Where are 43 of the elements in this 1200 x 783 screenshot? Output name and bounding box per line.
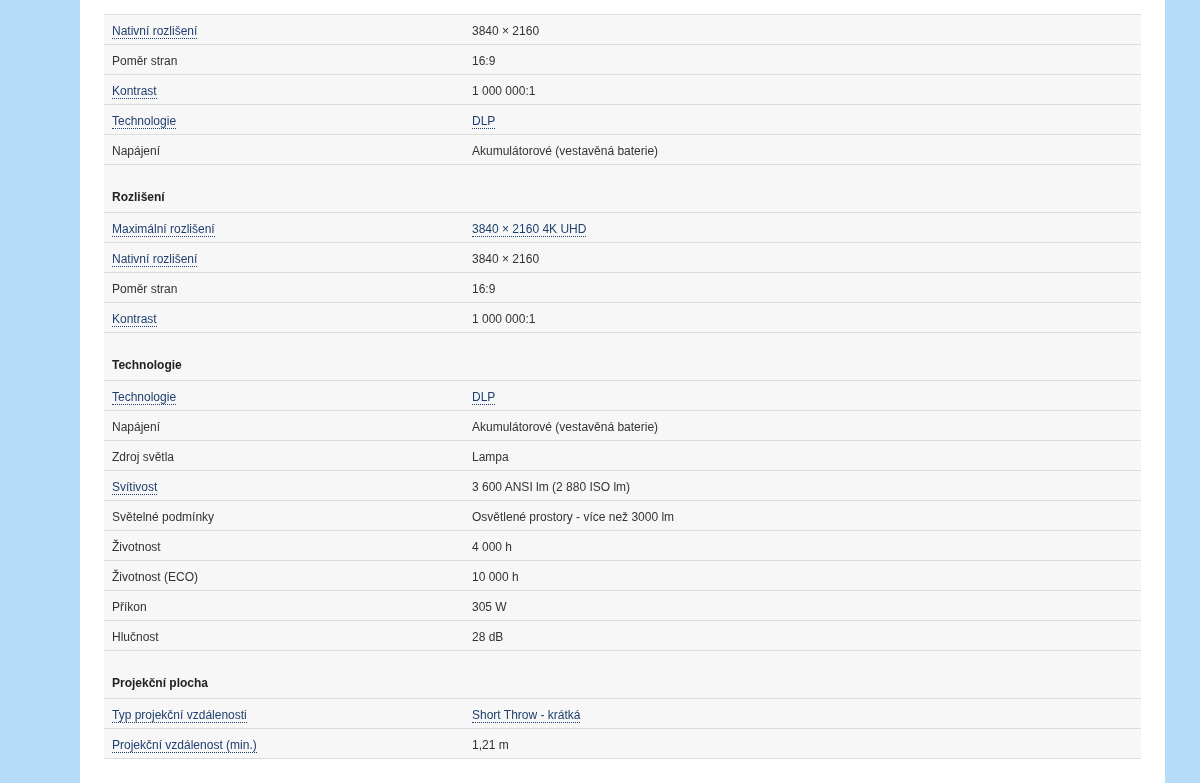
spec-text: 1,21 m: [472, 737, 509, 752]
spec-link[interactable]: DLP: [472, 389, 496, 405]
spec-link[interactable]: Kontrast: [112, 83, 157, 99]
spec-text: Lampa: [472, 449, 509, 464]
spec-text: 16:9: [472, 53, 496, 68]
spec-link[interactable]: Typ projekční vzdálenosti: [112, 707, 247, 723]
spec-text: 3840 × 2160: [472, 23, 540, 38]
section-heading: Projekční plocha: [112, 675, 209, 692]
spec-text: 305 W: [472, 599, 507, 614]
spec-text: Světelné podmínky: [112, 509, 215, 524]
spec-link[interactable]: Technologie: [112, 389, 177, 405]
spec-link[interactable]: Short Throw - krátká: [472, 707, 581, 723]
spec-text: Hlučnost: [112, 629, 159, 644]
spec-text: Napájení: [112, 143, 161, 158]
spec-text: 1 000 000:1: [472, 83, 536, 98]
spec-text: Osvětlené prostory - více než 3000 lm: [472, 509, 675, 524]
spec-text: Poměr stran: [112, 281, 178, 296]
spec-text: Poměr stran: [112, 53, 178, 68]
spec-link[interactable]: Maximální rozlišení: [112, 221, 215, 237]
spec-link[interactable]: Projekční vzdálenost (min.): [112, 737, 257, 753]
spec-text: 10 000 h: [472, 569, 519, 584]
spec-text: Zdroj světla: [112, 449, 175, 464]
spec-text: 3840 × 2160: [472, 251, 540, 266]
spec-text: 3 600 ANSI lm (2 880 ISO lm): [472, 479, 631, 494]
spec-text: Životnost: [112, 539, 161, 554]
spec-text: Životnost (ECO): [112, 569, 198, 584]
section-heading: Rozlišení: [112, 189, 165, 206]
spec-text: 16:9: [472, 281, 496, 296]
spec-text: 1 000 000:1: [472, 311, 536, 326]
spec-link[interactable]: Kontrast: [112, 311, 157, 327]
spec-text: 28 dB: [472, 629, 504, 644]
spec-link[interactable]: Nativní rozlišení: [112, 251, 198, 267]
spec-link[interactable]: Technologie: [112, 113, 177, 129]
spec-link[interactable]: 3840 × 2160 4K UHD: [472, 221, 587, 237]
spec-text: Akumulátorové (vestavěná baterie): [472, 419, 659, 434]
spec-text: 4 000 h: [472, 539, 513, 554]
spec-link[interactable]: Svítivost: [112, 479, 158, 495]
spec-text: Napájení: [112, 419, 161, 434]
spec-text: Akumulátorové (vestavěná baterie): [472, 143, 659, 158]
spec-link[interactable]: DLP: [472, 113, 496, 129]
section-heading: Technologie: [112, 357, 182, 374]
spec-link[interactable]: Nativní rozlišení: [112, 23, 198, 39]
spec-text: Příkon: [112, 599, 147, 614]
